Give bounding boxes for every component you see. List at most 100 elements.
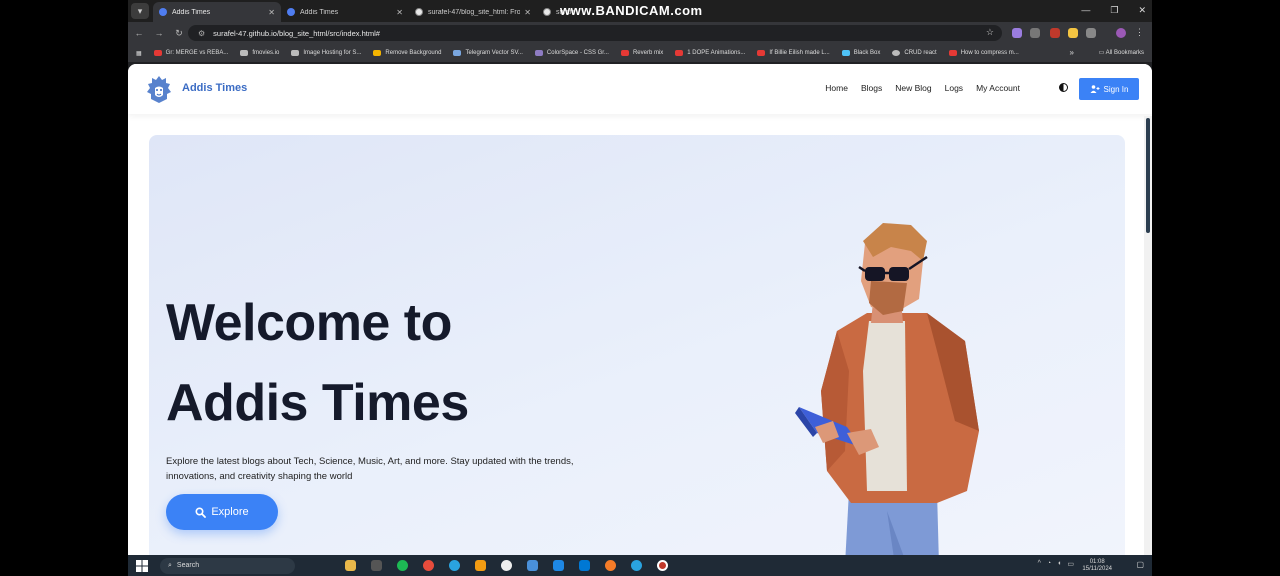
bookmark-item[interactable]: Gr: MERGE vs REBA...	[153, 50, 228, 56]
site-brand[interactable]: Addis Times	[182, 82, 247, 94]
clock[interactable]: 01:08 15/11/2024	[1082, 559, 1112, 573]
bookmarks-bar: ▦ Gr: MERGE vs REBA... fmovies.io Image …	[128, 44, 1152, 62]
address-bar[interactable]: ⚙ surafel-47.github.io/blog_site_html/sr…	[188, 25, 1002, 41]
vscode-icon[interactable]	[579, 560, 590, 571]
browser-tab[interactable]: Addis Times ✕	[153, 2, 281, 22]
close-window-icon[interactable]: ✕	[1138, 5, 1146, 16]
globe-icon	[240, 50, 249, 56]
tab-strip: ▾ Addis Times ✕ Addis Times ✕ surafel-47…	[128, 0, 1152, 22]
bandicam-watermark: www.BANDICAM.com	[560, 3, 703, 18]
globe-icon	[291, 50, 300, 56]
app-icon[interactable]	[605, 560, 616, 571]
bookmark-favicon	[841, 50, 850, 56]
youtube-icon	[675, 50, 684, 56]
store-icon[interactable]	[371, 560, 382, 571]
hero-description: Explore the latest blogs about Tech, Sci…	[166, 456, 574, 482]
tab-favicon	[159, 8, 167, 16]
extension-icon[interactable]	[1030, 28, 1040, 38]
window-controls: — ❐ ✕	[1081, 5, 1146, 16]
nav-logs[interactable]: Logs	[945, 83, 963, 93]
add-user-icon	[1090, 85, 1100, 93]
bookmark-item[interactable]: fmovies.io	[240, 50, 279, 56]
close-tab-icon[interactable]: ✕	[268, 8, 275, 17]
menu-icon[interactable]: ⋮	[1135, 27, 1144, 38]
extension-icon[interactable]	[1050, 28, 1060, 38]
bookmark-item[interactable]: Remove Background	[373, 50, 441, 56]
restore-icon[interactable]: ❐	[1110, 5, 1118, 16]
minimize-icon[interactable]: —	[1081, 5, 1090, 16]
explore-label: Explore	[211, 506, 249, 518]
bookmark-favicon	[453, 50, 462, 56]
close-tab-icon[interactable]: ✕	[396, 8, 403, 17]
extension-icon[interactable]	[1012, 28, 1022, 38]
telegram-icon[interactable]	[631, 560, 642, 571]
telegram-icon[interactable]	[449, 560, 460, 571]
windows-start-icon[interactable]	[136, 559, 148, 572]
bookmark-item[interactable]: If Billie Eilish made L...	[757, 50, 830, 56]
bookmark-star-icon[interactable]: ☆	[986, 27, 994, 38]
bookmark-item[interactable]: Black Box	[841, 50, 880, 56]
chrome-icon[interactable]	[423, 560, 434, 571]
page-scrollbar[interactable]	[1144, 116, 1152, 555]
reload-icon[interactable]: ↻	[170, 28, 188, 39]
scrollbar-thumb[interactable]	[1146, 118, 1150, 233]
sign-in-button[interactable]: Sign In	[1079, 78, 1139, 100]
profile-avatar[interactable]	[1116, 28, 1126, 38]
puzzle-icon[interactable]	[1086, 28, 1096, 38]
search-icon: ⌕	[168, 561, 172, 569]
youtube-icon	[620, 50, 629, 56]
browser-tab[interactable]: surafel-47/blog_site_html: Front ✕	[409, 2, 537, 22]
bookmark-item[interactable]: Reverb mix	[620, 50, 663, 56]
wifi-icon[interactable]: ◔	[1047, 560, 1051, 568]
all-bookmarks-folder[interactable]: ▭ All Bookmarks	[1099, 49, 1144, 56]
apps-icon[interactable]: ▦	[136, 50, 142, 57]
nav-home[interactable]: Home	[825, 83, 848, 93]
site-navbar: Addis Times Home Blogs New Blog Logs My …	[128, 64, 1152, 114]
notification-icon[interactable]: ▢	[1136, 560, 1144, 569]
bookmark-favicon	[373, 50, 382, 56]
nav-new-blog[interactable]: New Blog	[895, 83, 931, 93]
tab-title: Addis Times	[172, 8, 211, 16]
nav-my-account[interactable]: My Account	[976, 83, 1020, 93]
extension-icon[interactable]	[1068, 28, 1078, 38]
bookmark-favicon	[892, 50, 901, 56]
bookmark-item[interactable]: CRUD react	[892, 50, 937, 56]
site-info-icon[interactable]: ⚙	[198, 29, 205, 38]
hero-title-line1: Welcome to	[166, 294, 452, 352]
nav-blogs[interactable]: Blogs	[861, 83, 882, 93]
vlc-icon[interactable]	[475, 560, 486, 571]
tab-favicon	[287, 8, 295, 16]
windows-taskbar: ⌕ Search ^ ◔ ◖ ▭ 01:08 15/11/2024 ▢	[128, 555, 1152, 576]
tab-title: surafel-47/blog_site_html: Front	[428, 8, 521, 16]
spotify-icon[interactable]	[397, 560, 408, 571]
github-icon	[543, 8, 551, 16]
volume-icon[interactable]: ◖	[1057, 560, 1061, 568]
app-icon[interactable]	[501, 560, 512, 571]
bookmark-item[interactable]: How to compress m...	[948, 50, 1019, 56]
bookmark-item[interactable]: Image Hosting for S...	[291, 50, 361, 56]
url-text[interactable]: surafel-47.github.io/blog_site_html/src/…	[213, 29, 380, 38]
bookmark-item[interactable]: ColorSpace - CSS Gr...	[534, 50, 609, 56]
bandicam-record-icon[interactable]	[657, 560, 668, 571]
youtube-icon	[153, 50, 162, 56]
app-icon[interactable]	[527, 560, 538, 571]
explore-button[interactable]: Explore	[166, 494, 278, 530]
theme-toggle-icon[interactable]	[1059, 83, 1068, 92]
bookmark-item[interactable]: 1 DOPE Animations...	[675, 50, 745, 56]
taskbar-search[interactable]: ⌕ Search	[160, 557, 295, 574]
youtube-icon	[757, 50, 766, 56]
man-reading-book-illustration	[795, 223, 979, 555]
browser-tab[interactable]: Addis Times ✕	[281, 2, 409, 22]
close-tab-icon[interactable]: ✕	[524, 8, 531, 17]
chevron-up-icon[interactable]: ^	[1038, 560, 1041, 568]
bookmark-item[interactable]: Telegram Vector SV...	[453, 50, 523, 56]
forward-icon[interactable]: →	[150, 28, 168, 38]
back-icon[interactable]: ←	[130, 28, 148, 38]
file-explorer-icon[interactable]	[345, 560, 356, 571]
tab-search-button[interactable]: ▾	[131, 3, 149, 19]
more-bookmarks-icon[interactable]: »	[1070, 48, 1074, 57]
lion-logo-icon[interactable]	[146, 73, 172, 105]
hero-section: Welcome to Addis Times Explore the lates…	[149, 135, 1125, 555]
app-icon[interactable]	[553, 560, 564, 571]
battery-icon[interactable]: ▭	[1067, 560, 1074, 568]
